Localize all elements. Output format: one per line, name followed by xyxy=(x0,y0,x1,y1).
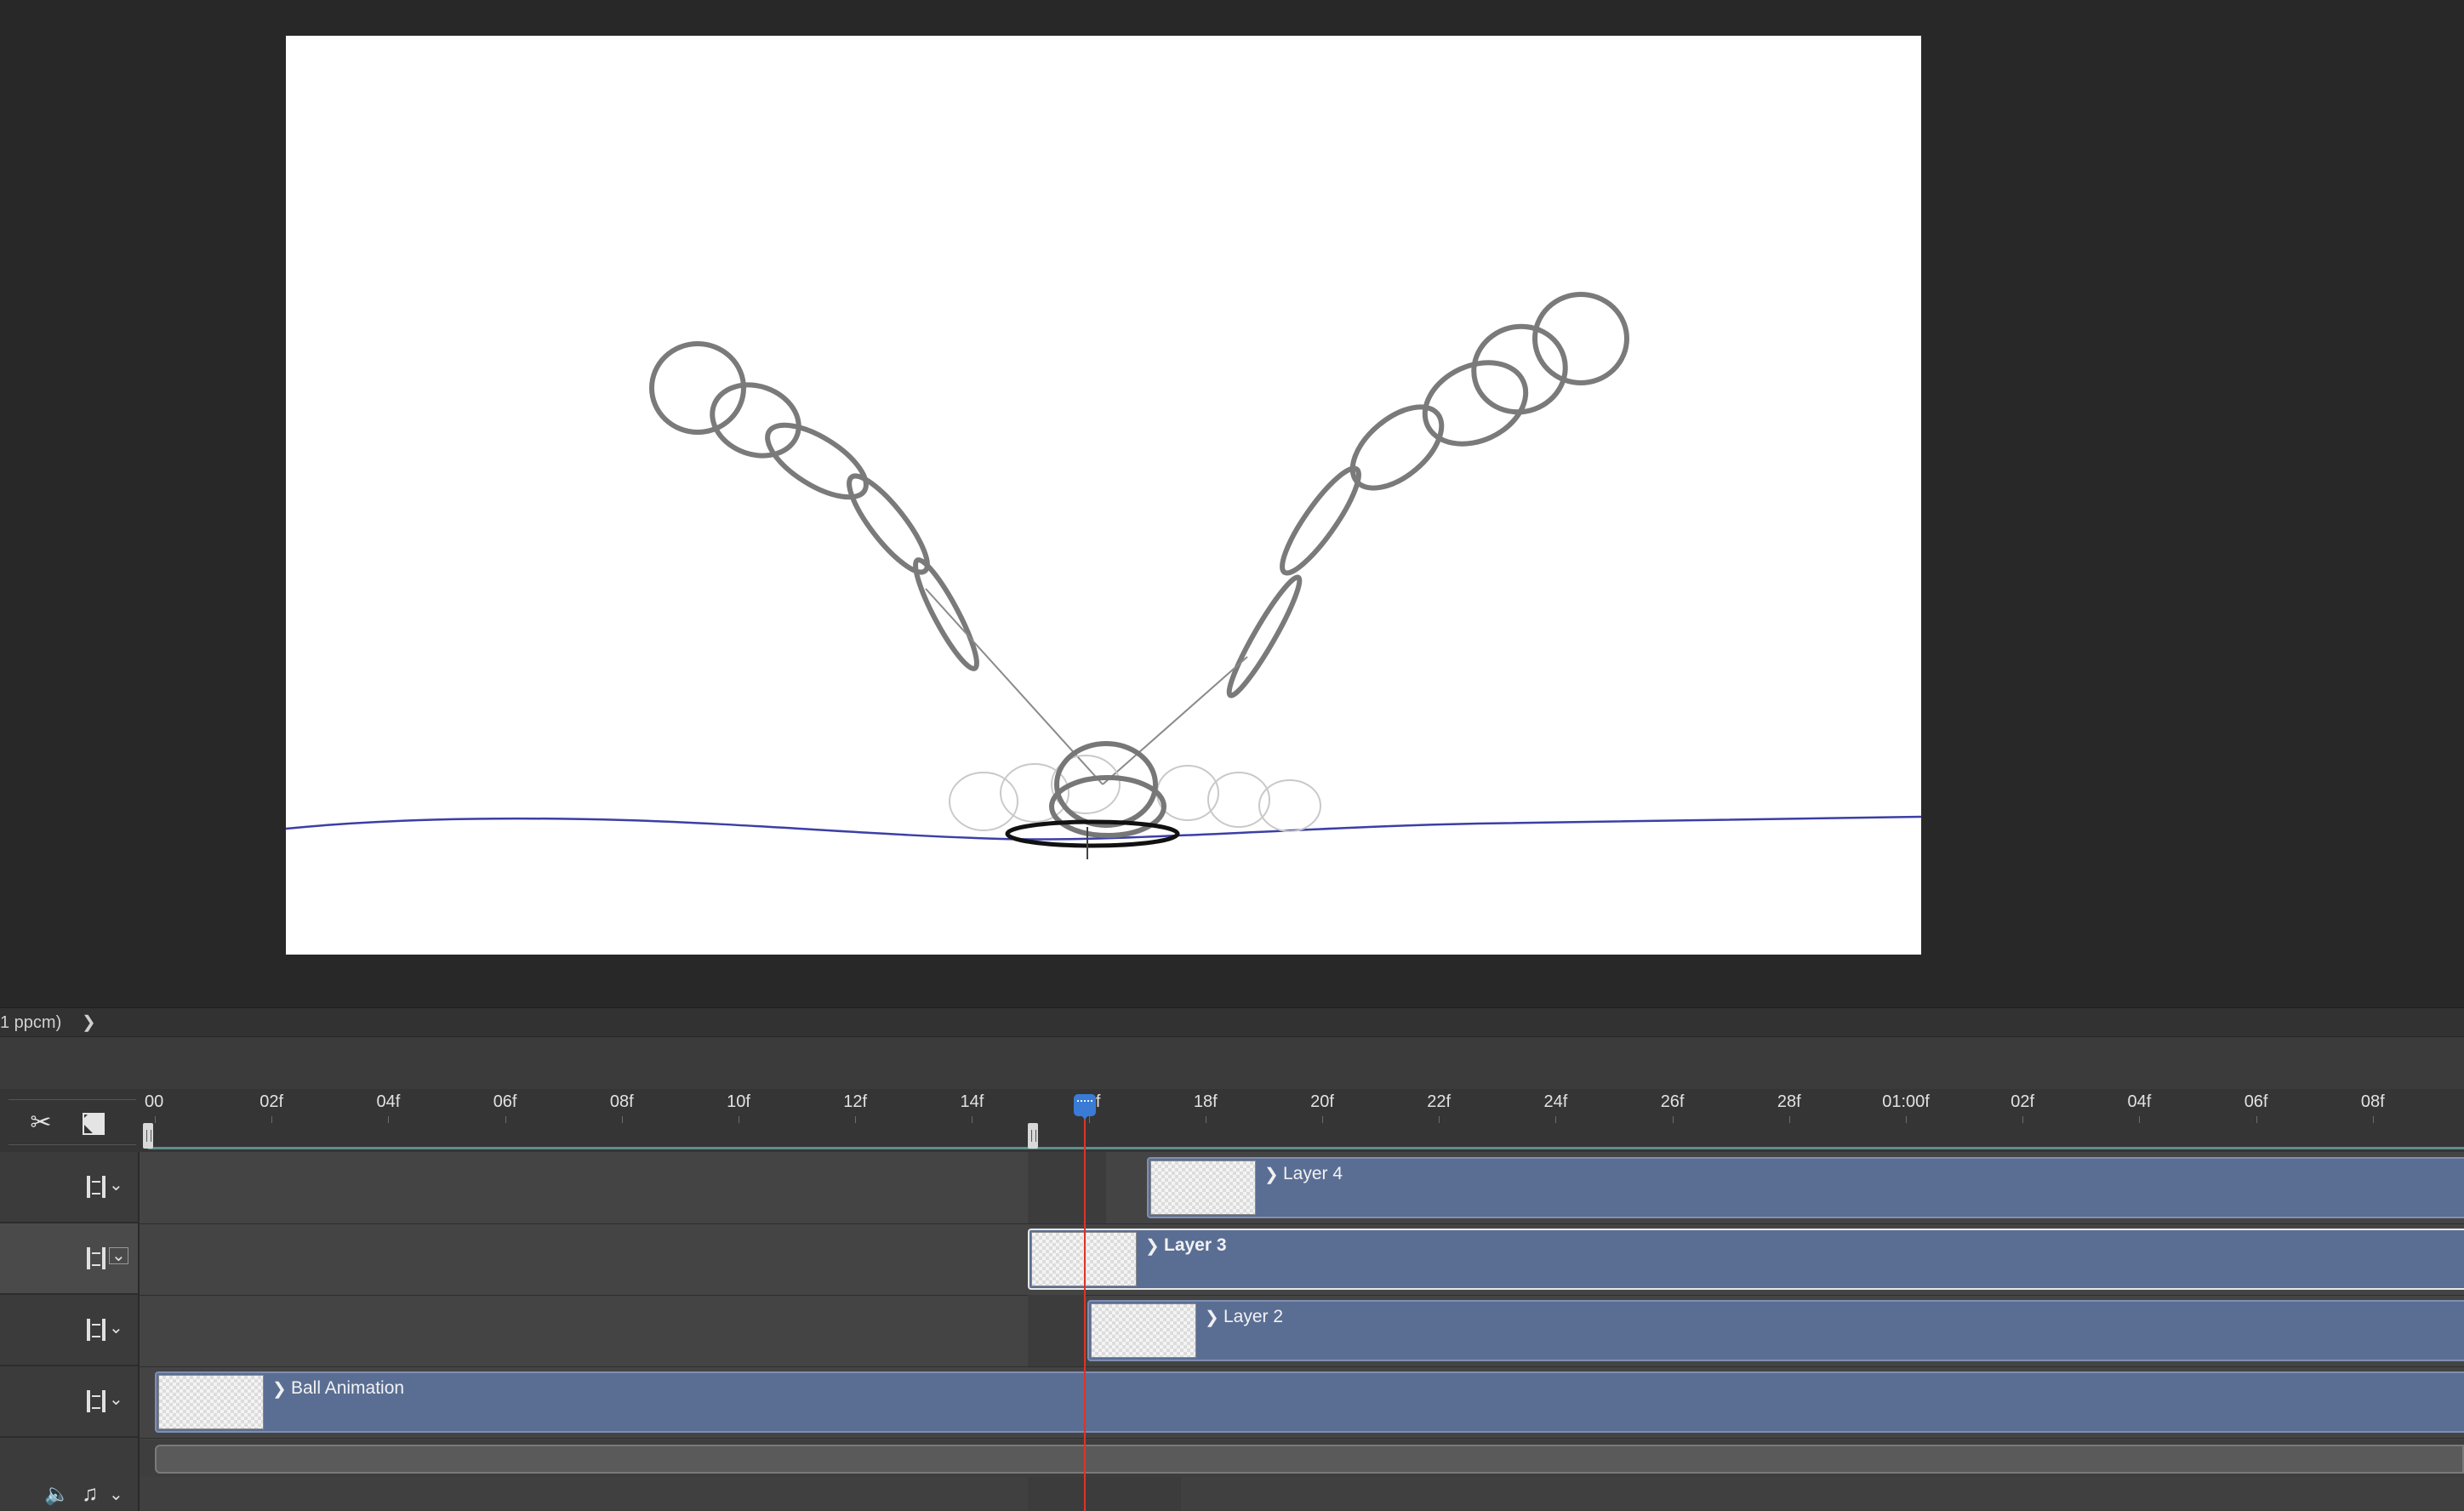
ruler-label: 26f xyxy=(1660,1092,1685,1111)
canvas[interactable] xyxy=(286,36,1921,955)
ruler-tick xyxy=(1555,1116,1557,1123)
ruler-label: 06f xyxy=(493,1092,517,1111)
track-header-layer-2[interactable]: ⌄ xyxy=(0,1295,138,1366)
ruler-tick xyxy=(505,1116,506,1123)
audio-track-bar[interactable] xyxy=(155,1445,2464,1474)
clip-layer-3[interactable]: ❯ Layer 3 xyxy=(1028,1229,2464,1290)
ruler-tick xyxy=(2256,1116,2257,1123)
playhead-line[interactable] xyxy=(1084,1106,1086,1511)
ruler-label: 10f xyxy=(727,1092,750,1111)
ruler-label: 01:00f xyxy=(1882,1092,1930,1111)
ruler-label: 04f xyxy=(2127,1092,2152,1111)
chevron-right-icon[interactable]: ❯ xyxy=(272,1378,287,1400)
ruler-tick xyxy=(1439,1116,1440,1123)
document-area xyxy=(0,0,2464,1007)
chevron-right-icon[interactable]: ❯ xyxy=(1264,1164,1279,1185)
clip-thumbnail xyxy=(158,1375,264,1429)
time-ruler[interactable]: 0002f04f06f08f10f12f14f16f18f20f22f24f26… xyxy=(138,1089,2464,1152)
document-info: 1 ppcm) xyxy=(0,1013,62,1032)
chevron-down-icon[interactable]: ⌄ xyxy=(109,1484,123,1505)
clip-layer-4[interactable]: ❯ Layer 4 xyxy=(1147,1157,2464,1218)
clip-layer-2[interactable]: ❯ Layer 2 xyxy=(1087,1300,2464,1361)
track-lane: ❯ Layer 2 xyxy=(140,1295,2464,1367)
ruler-label: 08f xyxy=(609,1092,634,1111)
audio-track-header: 🔈 ♫ ⌄ xyxy=(0,1438,138,1511)
timeline-panel-header xyxy=(0,1036,2464,1090)
ruler-label: 14f xyxy=(960,1092,984,1111)
ruler-tick xyxy=(855,1116,857,1123)
status-menu-arrow-icon[interactable]: ❯ xyxy=(82,1012,96,1033)
ruler-label: 18f xyxy=(1193,1092,1218,1111)
ruler-label: 08f xyxy=(2360,1092,2385,1111)
ruler-tick xyxy=(621,1116,623,1123)
work-area-start-handle[interactable] xyxy=(143,1123,153,1149)
track-header-layer-3[interactable]: ⌄ xyxy=(0,1223,138,1295)
ruler-label: 04f xyxy=(376,1092,401,1111)
ruler-label: 20f xyxy=(1310,1092,1334,1111)
ruler-label: 22f xyxy=(1427,1092,1452,1111)
chevron-right-icon[interactable]: ❯ xyxy=(1205,1307,1219,1328)
clip-ball-animation[interactable]: ❯ Ball Animation xyxy=(155,1371,2464,1433)
film-icon[interactable] xyxy=(87,1319,106,1341)
ruler-label: 12f xyxy=(843,1092,868,1111)
clip-label: Layer 4 xyxy=(1283,1164,1343,1183)
track-header-ball-animation[interactable]: ⌄ xyxy=(0,1366,138,1438)
ball-bounce-drawing xyxy=(286,292,1921,859)
work-area-bar[interactable] xyxy=(148,1147,2464,1149)
audio-lane xyxy=(140,1440,2464,1477)
chevron-down-icon[interactable]: ⌄ xyxy=(109,1247,128,1264)
clip-label: Ball Animation xyxy=(291,1378,405,1398)
film-icon[interactable] xyxy=(87,1390,106,1412)
ruler-tick xyxy=(2139,1116,2141,1123)
chevron-down-icon[interactable]: ⌄ xyxy=(109,1317,123,1338)
ruler-label: 02f xyxy=(260,1092,284,1111)
work-area-end-handle[interactable] xyxy=(1028,1123,1038,1149)
music-note-icon[interactable]: ♫ xyxy=(82,1480,99,1507)
ruler-tick xyxy=(2372,1116,2374,1123)
chevron-down-icon[interactable]: ⌄ xyxy=(109,1388,123,1410)
clip-label: Layer 2 xyxy=(1223,1307,1284,1326)
ruler-tick xyxy=(388,1116,390,1123)
chevron-down-icon[interactable]: ⌄ xyxy=(109,1174,123,1195)
ruler-label: 00 xyxy=(145,1092,164,1111)
track-header-layer-4[interactable]: ⌄ xyxy=(0,1152,138,1223)
ruler-tick xyxy=(1906,1116,1907,1123)
ruler-label: 24f xyxy=(1543,1092,1568,1111)
timeline-tools: ✂ xyxy=(9,1099,136,1145)
clip-thumbnail xyxy=(1150,1160,1256,1215)
track-lane xyxy=(140,1477,2464,1511)
transition-icon[interactable] xyxy=(77,1109,111,1138)
clip-thumbnail xyxy=(1091,1303,1196,1358)
track-lane: ❯ Layer 4 xyxy=(140,1152,2464,1224)
ruler-tick xyxy=(1322,1116,1323,1123)
track-lane: ❯ Ball Animation xyxy=(140,1366,2464,1439)
film-icon[interactable] xyxy=(87,1247,106,1269)
ruler-tick xyxy=(271,1116,273,1123)
chevron-right-icon[interactable]: ❯ xyxy=(1145,1235,1160,1257)
track-lane: ❯ Layer 3 xyxy=(140,1223,2464,1296)
timeline-tracks: ❯ Layer 4 ❯ Layer 3 ❯ Layer 2 ❯ Ball Ani… xyxy=(140,1152,2464,1511)
ruler-tick xyxy=(2022,1116,2024,1123)
playhead-handle[interactable] xyxy=(1074,1094,1096,1120)
ruler-tick xyxy=(1788,1116,1790,1123)
ruler-tick xyxy=(1672,1116,1674,1123)
ruler-label: 06f xyxy=(2244,1092,2268,1111)
status-bar: 1 ppcm) ❯ xyxy=(0,1007,2464,1037)
film-icon[interactable] xyxy=(87,1176,106,1198)
track-headers: ⌄ ⌄ ⌄ ⌄ 🔈 ♫ ⌄ xyxy=(0,1152,140,1511)
clip-label: Layer 3 xyxy=(1164,1235,1227,1255)
scissors-icon[interactable]: ✂ xyxy=(24,1109,58,1138)
ruler-label: 02f xyxy=(2011,1092,2035,1111)
speaker-icon[interactable]: 🔈 xyxy=(44,1482,70,1507)
ruler-tick xyxy=(155,1116,156,1123)
ruler-label: 28f xyxy=(1777,1092,1801,1111)
